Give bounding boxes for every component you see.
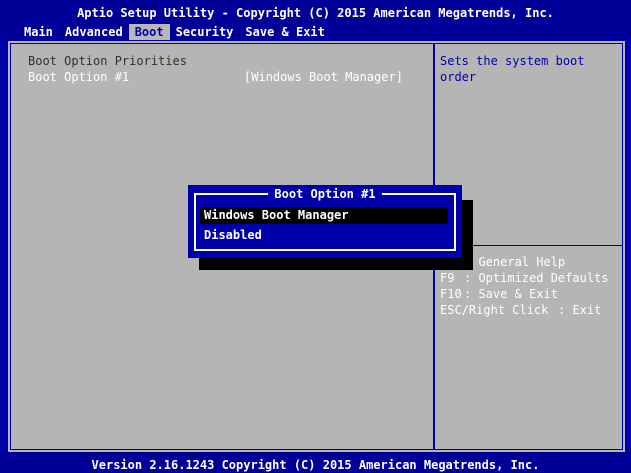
help-description: Sets the system boot order bbox=[440, 54, 585, 84]
boot-option-1-label[interactable]: Boot Option #1 bbox=[28, 70, 129, 84]
help-key-f10: F10: Save & Exit bbox=[440, 287, 558, 301]
help-key-f1-action: : General Help bbox=[464, 255, 566, 269]
tab-security[interactable]: Security bbox=[170, 24, 240, 40]
popup-item-disabled[interactable]: Disabled bbox=[200, 227, 448, 244]
footer-text: Version 2.16.1243 Copyright (C) 2015 Ame… bbox=[91, 458, 540, 472]
help-key-f10-key: F10 bbox=[440, 287, 462, 301]
tab-advanced[interactable]: Advanced bbox=[59, 24, 129, 40]
tab-main[interactable]: Main bbox=[18, 24, 59, 40]
popup-title-wrap: Boot Option #1 bbox=[188, 187, 462, 201]
tab-save-exit[interactable]: Save & Exit bbox=[239, 24, 330, 40]
tab-bar: Main Advanced Boot Security Save & Exit bbox=[18, 24, 331, 40]
help-key-esc-key: ESC/Right Click bbox=[440, 303, 549, 317]
help-key-esc-action: : Exit bbox=[558, 303, 602, 317]
help-key-f9: F9 : Optimized Defaults bbox=[440, 271, 609, 285]
popup-item-windows-boot-manager[interactable]: Windows Boot Manager bbox=[200, 207, 448, 224]
popup-title: Boot Option #1 bbox=[268, 187, 382, 201]
help-key-f9-key: F9 bbox=[440, 271, 455, 285]
section-heading: Boot Option Priorities bbox=[28, 54, 187, 68]
help-key-esc: ESC/Right Click : Exit bbox=[440, 303, 601, 317]
help-key-f10-action: : Save & Exit bbox=[464, 287, 558, 301]
help-key-f9-action: : Optimized Defaults bbox=[464, 271, 609, 285]
tab-boot[interactable]: Boot bbox=[128, 24, 170, 40]
boot-option-1-value[interactable]: [Windows Boot Manager] bbox=[244, 70, 403, 84]
app-title: Aptio Setup Utility - Copyright (C) 2015… bbox=[77, 6, 554, 20]
